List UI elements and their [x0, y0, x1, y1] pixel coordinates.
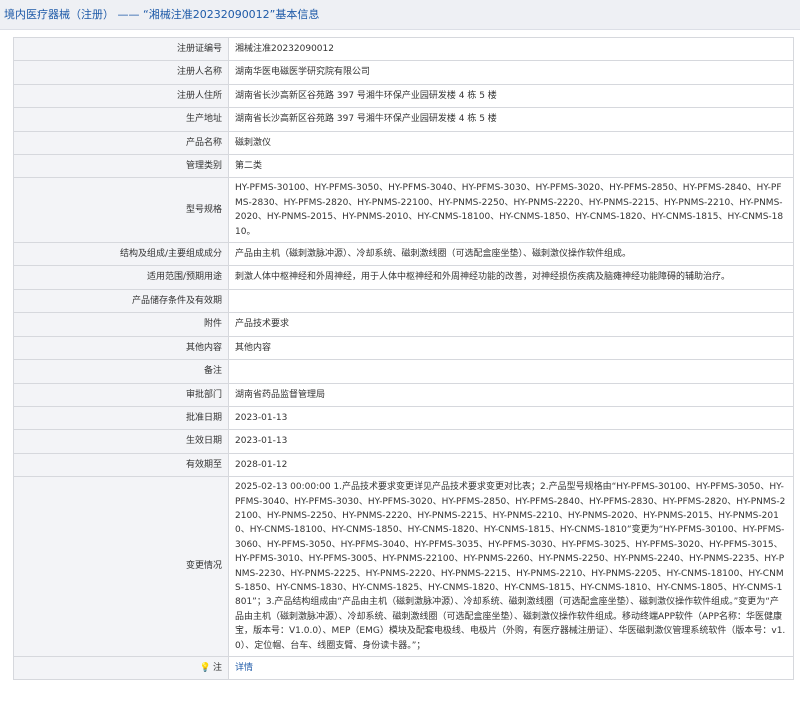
label-management-class: 管理类别 — [13, 154, 229, 179]
row-approval-dept: 审批部门 湖南省药品监督管理局 — [13, 382, 794, 407]
value-expiry-date: 2028-01-12 — [228, 452, 794, 478]
row-remarks: 备注 — [13, 359, 794, 384]
label-storage: 产品储存条件及有效期 — [13, 288, 229, 314]
row-scope: 适用范围/预期用途 刺激人体中枢神经和外周神经，用于人体中枢神经和外周神经功能的… — [13, 265, 794, 290]
label-production-address: 生产地址 — [13, 107, 229, 132]
header-category: 境内医疗器械（注册） — [4, 8, 114, 21]
value-effective-date: 2023-01-13 — [228, 429, 794, 454]
label-scope: 适用范围/预期用途 — [13, 265, 229, 290]
label-registrant-name: 注册人名称 — [13, 60, 229, 85]
label-change-history: 变更情况 — [13, 476, 229, 657]
row-registration-number: 注册证编号 湘械注准20232090012 — [13, 36, 794, 62]
label-model-spec: 型号规格 — [13, 177, 229, 244]
row-production-address: 生产地址 湖南省长沙高新区谷苑路 397 号湘牛环保产业园研发楼 4 栋 5 楼 — [13, 107, 794, 132]
label-effective-date: 生效日期 — [13, 429, 229, 454]
label-registration-number: 注册证编号 — [13, 36, 229, 62]
value-registration-number: 湘械注准20232090012 — [228, 36, 794, 62]
value-product-name: 磁刺激仪 — [228, 130, 794, 156]
value-scope: 刺激人体中枢神经和外周神经，用于人体中枢神经和外周神经功能的改善，对神经损伤疾病… — [228, 265, 794, 290]
value-model-spec: HY-PFMS-30100、HY-PFMS-3050、HY-PFMS-3040、… — [228, 177, 794, 244]
details-cell: 详情 — [228, 655, 794, 681]
label-remarks: 备注 — [13, 359, 229, 384]
lightbulb-icon: 💡 — [199, 663, 211, 673]
label-approval-dept: 审批部门 — [13, 382, 229, 407]
label-attachment: 附件 — [13, 312, 229, 337]
row-attachment: 附件 产品技术要求 — [13, 312, 794, 337]
label-structure: 结构及组成/主要组成成分 — [13, 242, 229, 267]
label-registrant-address: 注册人住所 — [13, 83, 229, 109]
row-effective-date: 生效日期 2023-01-13 — [13, 429, 794, 454]
row-storage: 产品储存条件及有效期 — [13, 288, 794, 314]
row-change-history: 变更情况 2025-02-13 00:00:00 1.产品技术要求变更详见产品技… — [13, 476, 794, 657]
value-approval-date: 2023-01-13 — [228, 405, 794, 431]
page-header: 境内医疗器械（注册） —— “湘械注准20232090012”基本信息 — [0, 0, 800, 30]
value-management-class: 第二类 — [228, 154, 794, 179]
header-title: “湘械注准20232090012”基本信息 — [143, 8, 320, 21]
value-structure: 产品由主机（磁刺激脉冲源）、冷却系统、磁刺激线圈（可选配盒座坐垫）、磁刺激仪操作… — [228, 242, 794, 267]
row-registrant-address: 注册人住所 湖南省长沙高新区谷苑路 397 号湘牛环保产业园研发楼 4 栋 5 … — [13, 83, 794, 109]
row-management-class: 管理类别 第二类 — [13, 154, 794, 179]
value-change-history: 2025-02-13 00:00:00 1.产品技术要求变更详见产品技术要求变更… — [228, 476, 794, 657]
row-expiry-date: 有效期至 2028-01-12 — [13, 452, 794, 478]
row-registrant-name: 注册人名称 湖南华医电磁医学研究院有限公司 — [13, 60, 794, 85]
value-registrant-name: 湖南华医电磁医学研究院有限公司 — [228, 60, 794, 85]
label-other: 其他内容 — [13, 335, 229, 361]
row-approval-date: 批准日期 2023-01-13 — [13, 405, 794, 431]
info-table: 注册证编号 湘械注准20232090012 注册人名称 湖南华医电磁医学研究院有… — [13, 36, 794, 681]
value-registrant-address: 湖南省长沙高新区谷苑路 397 号湘牛环保产业园研发楼 4 栋 5 楼 — [228, 83, 794, 109]
value-other: 其他内容 — [228, 335, 794, 361]
row-details-footer: 💡 注 详情 — [13, 655, 794, 681]
note-label: 注 — [212, 663, 222, 673]
row-product-name: 产品名称 磁刺激仪 — [13, 130, 794, 156]
header-separator: —— — [117, 8, 140, 21]
label-approval-date: 批准日期 — [13, 405, 229, 431]
value-remarks — [228, 359, 794, 384]
label-product-name: 产品名称 — [13, 130, 229, 156]
details-link[interactable]: 详情 — [235, 663, 253, 673]
content-wrapper: 注册证编号 湘械注准20232090012 注册人名称 湖南华医电磁医学研究院有… — [0, 30, 800, 681]
value-storage — [228, 288, 794, 314]
row-other: 其他内容 其他内容 — [13, 335, 794, 361]
value-production-address: 湖南省长沙高新区谷苑路 397 号湘牛环保产业园研发楼 4 栋 5 楼 — [228, 107, 794, 132]
value-approval-dept: 湖南省药品监督管理局 — [228, 382, 794, 407]
label-expiry-date: 有效期至 — [13, 452, 229, 478]
row-structure: 结构及组成/主要组成成分 产品由主机（磁刺激脉冲源）、冷却系统、磁刺激线圈（可选… — [13, 242, 794, 267]
row-model-spec: 型号规格 HY-PFMS-30100、HY-PFMS-3050、HY-PFMS-… — [13, 177, 794, 244]
value-attachment: 产品技术要求 — [228, 312, 794, 337]
label-note: 💡 注 — [13, 655, 229, 681]
